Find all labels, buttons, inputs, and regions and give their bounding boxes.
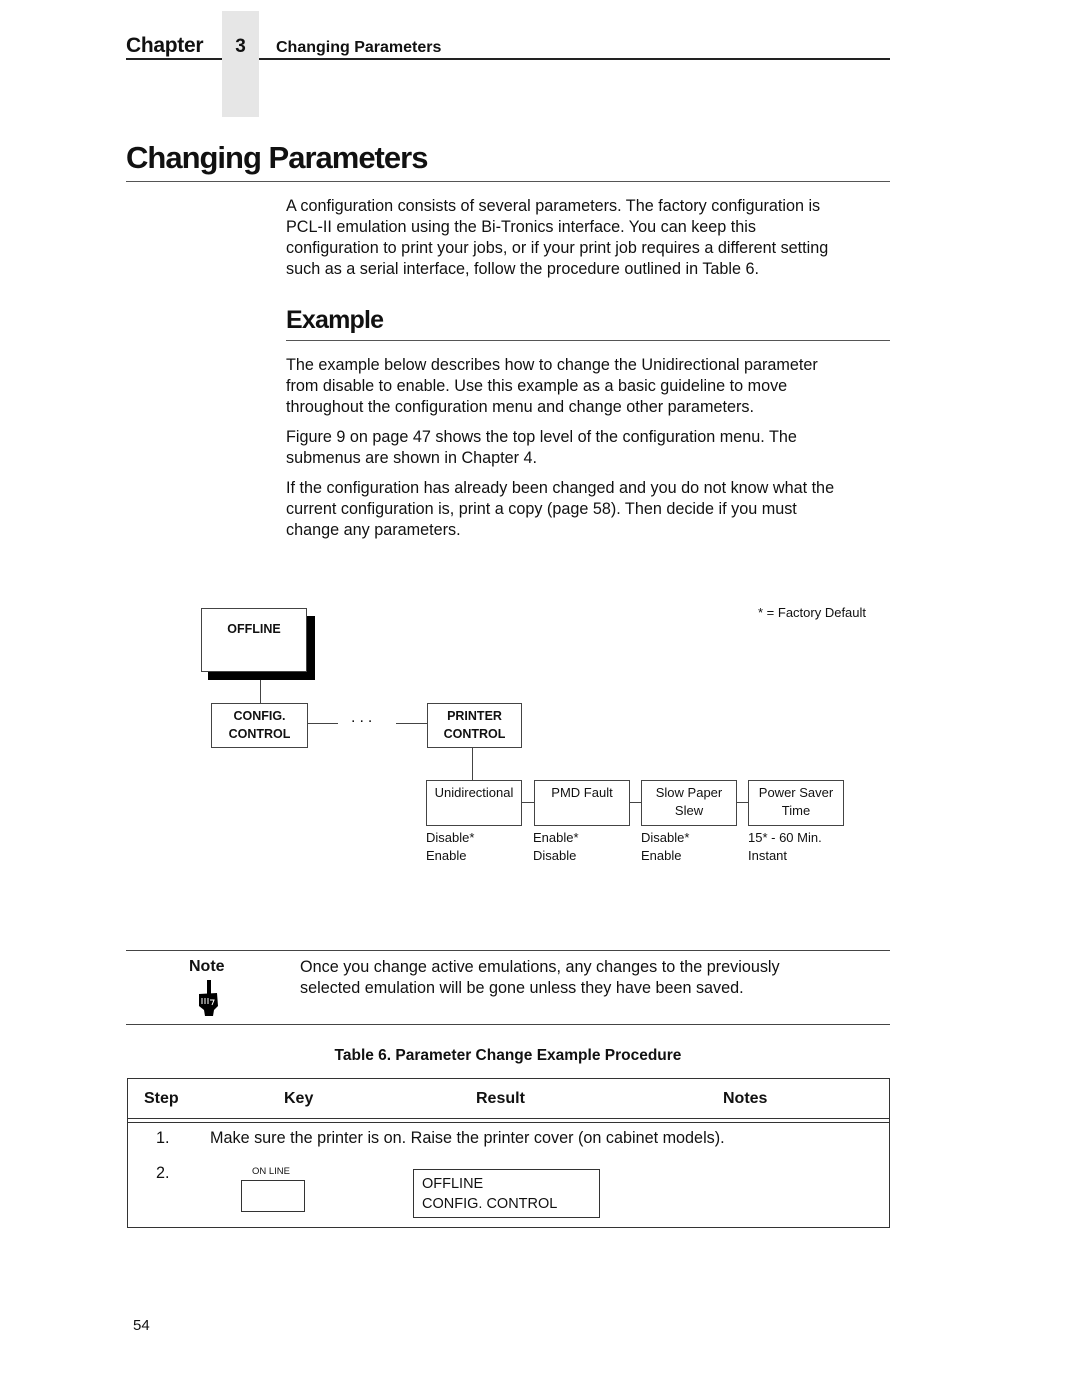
option-value: Instant bbox=[748, 848, 788, 863]
param-name-line: Slew bbox=[674, 803, 704, 818]
connector-ellipsis-printer bbox=[396, 723, 428, 724]
connector-param bbox=[737, 802, 748, 803]
paragraph-line: throughout the configuration menu and ch… bbox=[286, 398, 754, 416]
note-line: Once you change active emulations, any c… bbox=[300, 958, 780, 976]
param-box-power-saver-time: Power Saver Time bbox=[748, 780, 844, 826]
printer-control-line: PRINTER bbox=[447, 709, 502, 723]
param-name-line: Time bbox=[781, 803, 811, 818]
paragraph-line: submenus are shown in Chapter 4. bbox=[286, 449, 538, 467]
factory-default-legend: * = Factory Default bbox=[758, 605, 867, 620]
online-key-icon bbox=[241, 1180, 305, 1212]
intro-line: such as a serial interface, follow the p… bbox=[286, 260, 760, 278]
display-line: OFFLINE bbox=[422, 1176, 484, 1192]
note-line: selected emulation will be gone unless t… bbox=[300, 979, 744, 997]
paragraph-line: If the configuration has already been ch… bbox=[286, 479, 835, 497]
header-rule-right bbox=[259, 58, 890, 60]
param-box-slow-paper-slew: Slow Paper Slew bbox=[641, 780, 737, 826]
option-value: Enable bbox=[426, 848, 467, 863]
config-control-line: CONFIG. bbox=[233, 709, 286, 723]
display-line: CONFIG. CONTROL bbox=[422, 1196, 558, 1212]
option-value: Disable bbox=[533, 848, 577, 863]
intro-line: PCL-II emulation using the Bi-Tronics in… bbox=[286, 218, 756, 236]
param-name-line: Slow Paper bbox=[655, 785, 723, 800]
header-result: Result bbox=[476, 1090, 525, 1107]
param-options-pmd-fault: Enable* Disable bbox=[533, 829, 579, 865]
header-notes: Notes bbox=[723, 1090, 768, 1107]
header-rule-left bbox=[126, 58, 222, 60]
intro-paragraph: A configuration consists of several para… bbox=[286, 196, 890, 280]
param-name-line: PMD Fault bbox=[551, 785, 613, 800]
example-heading: Example bbox=[286, 306, 384, 334]
example-paragraph-2: Figure 9 on page 47 shows the top level … bbox=[286, 427, 890, 469]
printer-control-line: CONTROL bbox=[443, 727, 506, 741]
header-key: Key bbox=[284, 1090, 314, 1107]
option-value: 15* - 60 Min. bbox=[748, 830, 822, 845]
menu-ellipsis: ... bbox=[351, 709, 377, 726]
intro-line: configuration to print your jobs, or if … bbox=[286, 239, 829, 257]
chapter-number: 3 bbox=[235, 36, 246, 57]
step-instruction: Make sure the printer is on. Raise the p… bbox=[210, 1129, 725, 1147]
note-rule-top bbox=[126, 950, 890, 951]
intro-line: A configuration consists of several para… bbox=[286, 197, 821, 215]
connector-param bbox=[630, 802, 641, 803]
option-value: Enable* bbox=[533, 830, 579, 845]
param-box-pmd-fault: PMD Fault bbox=[534, 780, 630, 826]
header-step: Step bbox=[144, 1090, 179, 1107]
page-title: Changing Parameters bbox=[126, 140, 428, 175]
note-label: Note bbox=[189, 958, 225, 975]
title-rule bbox=[126, 181, 890, 182]
config-control-box: CONFIG. CONTROL bbox=[211, 703, 308, 748]
connector-param bbox=[522, 802, 534, 803]
chapter-tab bbox=[222, 11, 259, 117]
param-name-line: Power Saver bbox=[758, 785, 834, 800]
connector-config-ellipsis bbox=[308, 723, 338, 724]
example-paragraph-1: The example below describes how to chang… bbox=[286, 355, 890, 418]
printer-control-box: PRINTER CONTROL bbox=[427, 703, 522, 748]
offline-box: OFFLINE bbox=[201, 608, 307, 672]
config-control-line: CONTROL bbox=[228, 727, 291, 741]
key-label: ON LINE bbox=[252, 1166, 291, 1177]
param-options-slow-paper-slew: Disable* Enable bbox=[641, 829, 689, 865]
offline-box-label: OFFLINE bbox=[227, 622, 281, 636]
param-name-line: Unidirectional bbox=[434, 785, 514, 800]
step-number: 2. bbox=[156, 1164, 170, 1182]
connector-offline-config bbox=[260, 680, 261, 703]
pointing-hand-icon bbox=[196, 980, 220, 1016]
display-result: OFFLINE CONFIG. CONTROL bbox=[413, 1169, 600, 1218]
header-rule-2 bbox=[127, 1122, 890, 1123]
paragraph-line: The example below describes how to chang… bbox=[286, 356, 818, 374]
paragraph-line: Figure 9 on page 47 shows the top level … bbox=[286, 428, 797, 446]
example-paragraph-3: If the configuration has already been ch… bbox=[286, 478, 890, 541]
chapter-title: Changing Parameters bbox=[276, 39, 442, 56]
note-text: Once you change active emulations, any c… bbox=[300, 957, 880, 999]
step-number: 1. bbox=[156, 1129, 170, 1147]
example-rule bbox=[286, 340, 890, 341]
option-value: Enable bbox=[641, 848, 682, 863]
note-rule-bottom bbox=[126, 1024, 890, 1025]
table-title: Table 6. Parameter Change Example Proced… bbox=[334, 1047, 682, 1064]
paragraph-line: current configuration is, print a copy (… bbox=[286, 500, 797, 518]
page-number: 54 bbox=[133, 1317, 150, 1334]
paragraph-line: from disable to enable. Use this example… bbox=[286, 377, 788, 395]
chapter-label: Chapter bbox=[126, 34, 204, 57]
paragraph-line: change any parameters. bbox=[286, 521, 461, 539]
param-box-unidirectional: Unidirectional bbox=[426, 780, 522, 826]
param-options-power-saver-time: 15* - 60 Min. Instant bbox=[748, 829, 822, 865]
param-options-unidirectional: Disable* Enable bbox=[426, 829, 474, 865]
connector-printer-params bbox=[472, 748, 473, 780]
option-value: Disable* bbox=[426, 830, 475, 845]
option-value: Disable* bbox=[641, 830, 690, 845]
header-rule-1 bbox=[127, 1118, 890, 1119]
